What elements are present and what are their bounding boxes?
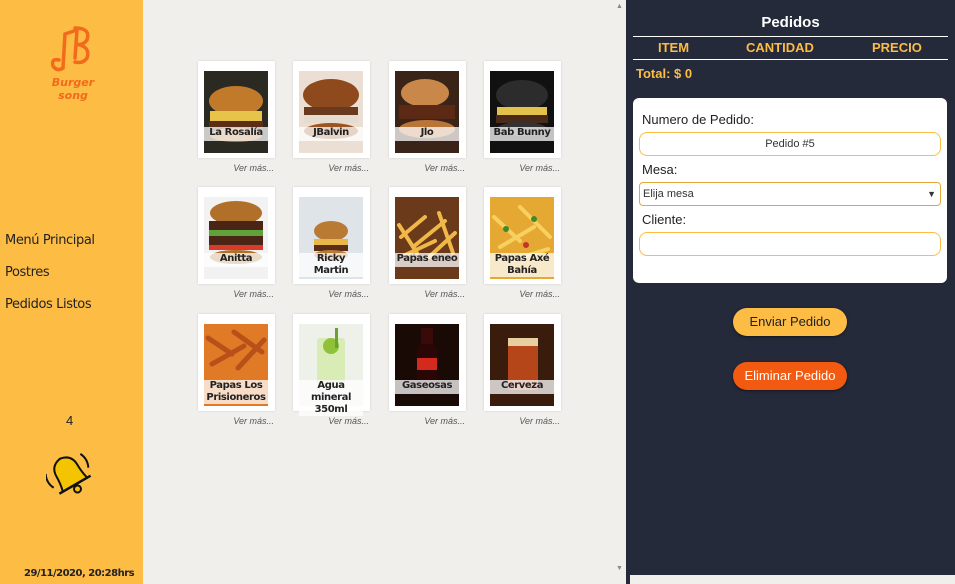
ver-mas-link[interactable]: Ver más...: [293, 416, 369, 426]
datetime-label: 29/11/2020, 20:28hrs: [24, 568, 135, 579]
product-card[interactable]: Agua mineral 350ml Ver más...: [293, 314, 370, 426]
ver-mas-link[interactable]: Ver más...: [389, 416, 465, 426]
product-card[interactable]: JBalvin Ver más...: [293, 61, 370, 173]
ver-mas-link[interactable]: Ver más...: [198, 289, 274, 299]
send-order-button[interactable]: Enviar Pedido: [733, 308, 847, 336]
product-card[interactable]: Papas eneo Ver más...: [389, 187, 466, 299]
scroll-down-icon[interactable]: ▼: [616, 565, 623, 572]
nav-item-menu-principal[interactable]: Menú Principal: [5, 232, 95, 264]
music-note-logo-icon: [50, 26, 90, 72]
product-card[interactable]: Jlo Ver más...: [389, 61, 466, 173]
table-label: Mesa:: [642, 162, 678, 177]
order-number-field[interactable]: Pedido #5: [639, 132, 941, 156]
order-form: Numero de Pedido: Pedido #5 Mesa: Elija …: [633, 98, 947, 283]
product-name: Ricky Martin: [299, 253, 363, 277]
client-field[interactable]: [639, 232, 941, 256]
product-name: Papas Los Prisioneros: [204, 380, 268, 404]
notification-count: 4: [66, 413, 74, 428]
product-name: Agua mineral 350ml: [299, 380, 363, 416]
product-name: Gaseosas: [395, 380, 459, 394]
product-name: Papas Axé Bahía: [490, 253, 554, 277]
ver-mas-link[interactable]: Ver más...: [198, 416, 274, 426]
sidebar: Burger song Menú Principal Postres Pedid…: [0, 0, 143, 584]
product-name: Anitta: [204, 253, 268, 267]
product-name: Papas eneo: [395, 253, 459, 267]
order-number-label: Numero de Pedido:: [642, 112, 755, 127]
column-header-precio: PRECIO: [872, 40, 922, 55]
product-name: JBalvin: [299, 127, 363, 141]
divider: [633, 36, 948, 37]
column-header-cantidad: CANTIDAD: [746, 40, 814, 55]
product-card[interactable]: Papas Los Prisioneros Ver más...: [198, 314, 275, 426]
ver-mas-link[interactable]: Ver más...: [484, 416, 560, 426]
divider: [633, 59, 948, 60]
ver-mas-link[interactable]: Ver más...: [389, 289, 465, 299]
product-card[interactable]: Cerveza Ver más...: [484, 314, 561, 426]
client-label: Cliente:: [642, 212, 687, 227]
ver-mas-link[interactable]: Ver más...: [484, 163, 560, 173]
product-card[interactable]: Ricky Martin Ver más...: [293, 187, 370, 299]
brand-name: Burger song: [51, 76, 95, 102]
product-name: Cerveza: [490, 380, 554, 394]
order-panel-title: Pedidos: [761, 14, 820, 31]
product-card[interactable]: Bab Bunny Ver más...: [484, 61, 561, 173]
order-panel: Pedidos ITEM CANTIDAD PRECIO Total: $ 0 …: [626, 0, 955, 584]
product-name: La Rosalía: [204, 127, 268, 141]
order-columns-header: ITEM CANTIDAD PRECIO: [633, 40, 948, 58]
chevron-down-icon: ▼: [927, 189, 936, 199]
ver-mas-link[interactable]: Ver más...: [198, 163, 274, 173]
scroll-up-icon[interactable]: ▲: [616, 3, 623, 10]
table-select[interactable]: Elija mesa ▼: [639, 182, 941, 206]
brand-logo[interactable]: Burger song: [38, 24, 108, 102]
column-header-item: ITEM: [658, 40, 690, 55]
ver-mas-link[interactable]: Ver más...: [293, 163, 369, 173]
product-name: Jlo: [395, 127, 459, 141]
product-card[interactable]: Papas Axé Bahía Ver más...: [484, 187, 561, 299]
table-select-value: Elija mesa: [643, 188, 694, 200]
delete-order-button[interactable]: Eliminar Pedido: [733, 362, 847, 390]
product-card[interactable]: La Rosalía Ver más...: [198, 61, 275, 173]
product-card[interactable]: Gaseosas Ver más...: [389, 314, 466, 426]
nav-item-postres[interactable]: Postres: [5, 264, 95, 296]
sidebar-nav: Menú Principal Postres Pedidos Listos: [5, 232, 95, 328]
ver-mas-link[interactable]: Ver más...: [293, 289, 369, 299]
main-scrollbar[interactable]: ▲ ▼: [612, 0, 626, 584]
ver-mas-link[interactable]: Ver más...: [484, 289, 560, 299]
ver-mas-link[interactable]: Ver más...: [389, 163, 465, 173]
product-card[interactable]: Anitta Ver más...: [198, 187, 275, 299]
nav-item-pedidos-listos[interactable]: Pedidos Listos: [5, 296, 95, 328]
notification-bell-icon[interactable]: [44, 448, 94, 511]
order-total: Total: $ 0: [636, 66, 693, 81]
panel-scrollbar[interactable]: [630, 575, 955, 584]
product-name: Bab Bunny: [490, 127, 554, 141]
